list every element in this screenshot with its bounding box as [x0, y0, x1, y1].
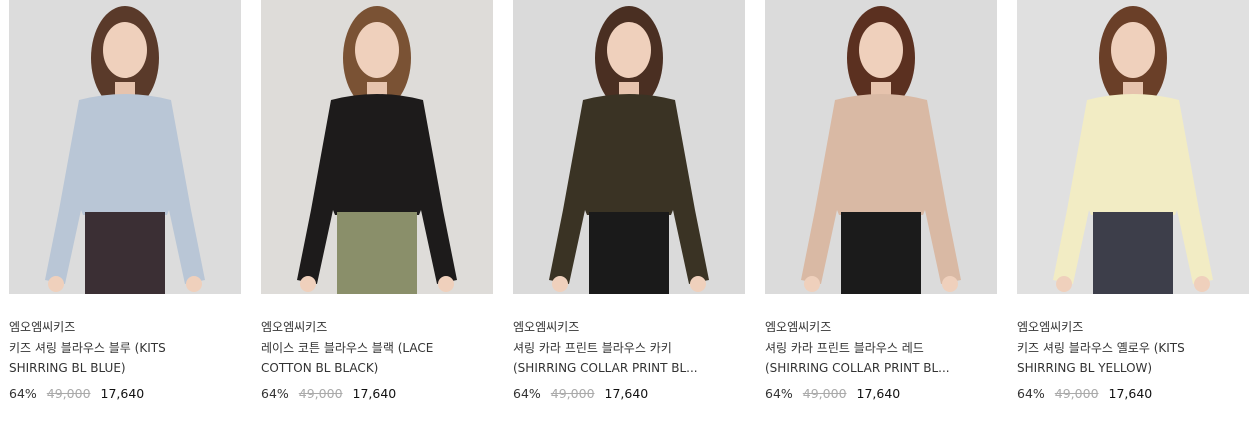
product-image-link[interactable]: SIZE	[513, 0, 745, 294]
discount-rate: 64%	[1017, 386, 1045, 401]
product-image	[261, 0, 493, 294]
model-face	[103, 22, 147, 78]
discount-rate: 64%	[261, 386, 289, 401]
product-name[interactable]: 셔링 카라 프린트 블라우스 레드 (SHIRRING COLLAR PRINT…	[765, 338, 995, 378]
brand-name[interactable]: 엠오엠씨키즈	[765, 318, 831, 335]
model-hand-right	[438, 276, 454, 292]
model-hand-right	[186, 276, 202, 292]
model-hand-left	[1056, 276, 1072, 292]
model-bottom	[841, 212, 921, 294]
product-image-link[interactable]: SIZE	[9, 0, 241, 294]
sale-price: 17,640	[352, 386, 397, 401]
product-card[interactable]: SIZE 엠오엠씨키즈 레이스 코튼 블라우스 블랙 (LACE COTTON …	[261, 0, 493, 420]
product-name-line1: 키즈 셔링 블라우스 옐로우 (KITS	[1017, 341, 1185, 355]
product-name-line2: COTTON BL BLACK)	[261, 361, 379, 375]
product-name-line1: 레이스 코튼 블라우스 블랙 (LACE	[261, 341, 434, 355]
product-image	[765, 0, 997, 294]
product-name[interactable]: 셔링 카라 프린트 블라우스 카키 (SHIRRING COLLAR PRINT…	[513, 338, 743, 378]
model-hand-right	[1194, 276, 1210, 292]
product-name-line1: 키즈 셔링 블라우스 블루 (KITS	[9, 341, 166, 355]
brand-name[interactable]: 엠오엠씨키즈	[513, 318, 579, 335]
original-price: 49,000	[1054, 386, 1099, 401]
original-price: 49,000	[550, 386, 595, 401]
price-row: 64% 49,000 17,640	[261, 386, 396, 401]
product-image-link[interactable]: SIZE	[1017, 0, 1249, 294]
product-image	[1017, 0, 1249, 294]
model-hand-left	[552, 276, 568, 292]
product-name[interactable]: 키즈 셔링 블라우스 블루 (KITS SHIRRING BL BLUE)	[9, 338, 239, 378]
product-name-line1: 셔링 카라 프린트 블라우스 카키	[513, 341, 672, 355]
product-card[interactable]: SIZE 엠오엠씨키즈 셔링 카라 프린트 블라우스 카키 (SHIRRING …	[513, 0, 745, 420]
discount-rate: 64%	[9, 386, 37, 401]
product-name-line2: SHIRRING BL YELLOW)	[1017, 361, 1153, 375]
model-face	[859, 22, 903, 78]
model-face	[355, 22, 399, 78]
model-bottom	[337, 212, 417, 294]
product-image-link[interactable]: SIZE	[261, 0, 493, 294]
brand-name[interactable]: 엠오엠씨키즈	[261, 318, 327, 335]
sale-price: 17,640	[856, 386, 901, 401]
product-card[interactable]: SIZE 엠오엠씨키즈 키즈 셔링 블라우스 옐로우 (KITS SHIRRIN…	[1017, 0, 1249, 420]
model-hand-right	[942, 276, 958, 292]
product-card[interactable]: SIZE 엠오엠씨키즈 키즈 셔링 블라우스 블루 (KITS SHIRRING…	[9, 0, 241, 420]
product-card[interactable]: SIZE 엠오엠씨키즈 셔링 카라 프린트 블라우스 레드 (SHIRRING …	[765, 0, 997, 420]
product-name[interactable]: 키즈 셔링 블라우스 옐로우 (KITS SHIRRING BL YELLOW)	[1017, 338, 1247, 378]
sale-price: 17,640	[604, 386, 649, 401]
discount-rate: 64%	[765, 386, 793, 401]
model-hand-left	[48, 276, 64, 292]
model-hand-left	[300, 276, 316, 292]
product-name-line2: (SHIRRING COLLAR PRINT BL...	[513, 361, 698, 375]
original-price: 49,000	[298, 386, 343, 401]
product-image	[9, 0, 241, 294]
model-bottom	[85, 212, 165, 294]
product-name[interactable]: 레이스 코튼 블라우스 블랙 (LACE COTTON BL BLACK)	[261, 338, 491, 378]
price-row: 64% 49,000 17,640	[765, 386, 900, 401]
model-face	[1111, 22, 1155, 78]
price-row: 64% 49,000 17,640	[9, 386, 144, 401]
model-bottom	[1093, 212, 1173, 294]
product-name-line1: 셔링 카라 프린트 블라우스 레드	[765, 341, 924, 355]
discount-rate: 64%	[513, 386, 541, 401]
brand-name[interactable]: 엠오엠씨키즈	[1017, 318, 1083, 335]
original-price: 49,000	[46, 386, 91, 401]
model-hand-right	[690, 276, 706, 292]
sale-price: 17,640	[1108, 386, 1153, 401]
model-hand-left	[804, 276, 820, 292]
brand-name[interactable]: 엠오엠씨키즈	[9, 318, 75, 335]
product-name-line2: (SHIRRING COLLAR PRINT BL...	[765, 361, 950, 375]
model-bottom	[589, 212, 669, 294]
sale-price: 17,640	[100, 386, 145, 401]
price-row: 64% 49,000 17,640	[1017, 386, 1152, 401]
original-price: 49,000	[802, 386, 847, 401]
model-face	[607, 22, 651, 78]
price-row: 64% 49,000 17,640	[513, 386, 648, 401]
product-grid: SIZE 엠오엠씨키즈 키즈 셔링 블라우스 블루 (KITS SHIRRING…	[0, 0, 1251, 429]
product-image	[513, 0, 745, 294]
product-name-line2: SHIRRING BL BLUE)	[9, 361, 126, 375]
product-image-link[interactable]: SIZE	[765, 0, 997, 294]
